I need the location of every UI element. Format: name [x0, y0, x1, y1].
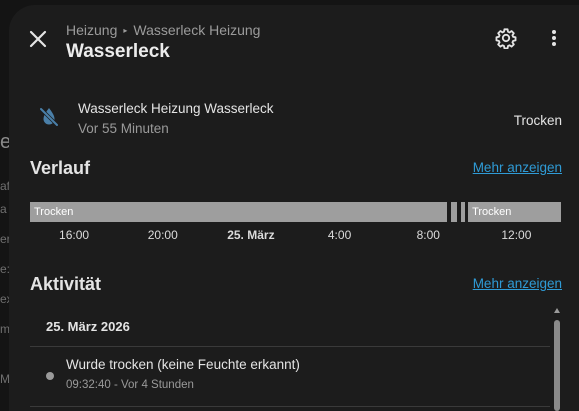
dialog-title: Wasserleck: [66, 41, 170, 62]
bg-fragment: a: [0, 202, 7, 216]
timeline-segment[interactable]: [450, 202, 458, 222]
divider: [30, 406, 550, 407]
axis-tick-label: 16:00: [59, 228, 90, 242]
activity-scrollbar[interactable]: [554, 308, 560, 411]
activity-text: Wurde trocken (keine Feuchte erkannt): [66, 357, 300, 372]
entity-last-changed: Vor 55 Minuten: [78, 121, 169, 136]
breadcrumb-device[interactable]: Wasserleck Heizung: [133, 22, 260, 38]
timeline-segment[interactable]: [461, 202, 466, 222]
gear-icon: [495, 28, 517, 49]
scroll-thumb[interactable]: [554, 320, 560, 411]
timeline-segment[interactable]: Trocken: [30, 202, 447, 222]
more-info-dialog: Heizung ▸ Wasserleck Heizung Wasserleck …: [9, 5, 579, 411]
activity-dot-icon: [46, 372, 54, 380]
divider: [30, 346, 550, 347]
activity-title: Aktivität: [30, 274, 102, 294]
dots-vertical-icon: [552, 30, 556, 46]
water-off-icon: [39, 107, 59, 127]
axis-tick-label: 20:00: [147, 228, 178, 242]
entity-row: Wasserleck Heizung Wasserleck Vor 55 Min…: [9, 91, 579, 141]
dialog-header: Heizung ▸ Wasserleck Heizung Wasserleck: [9, 5, 579, 75]
entity-state: Trocken: [513, 113, 562, 128]
breadcrumb: Heizung ▸ Wasserleck Heizung: [66, 22, 260, 38]
close-icon: [29, 30, 47, 48]
breadcrumb-area[interactable]: Heizung: [66, 22, 117, 38]
axis-tick-label: 12:00: [501, 228, 532, 242]
activity-date: 25. März 2026: [46, 319, 130, 334]
breadcrumb-separator-icon: ▸: [123, 25, 128, 35]
activity-time: 09:32:40 - Vor 4 Stunden: [66, 379, 194, 391]
history-timeline[interactable]: Trocken Trocken: [30, 202, 561, 222]
activity-more-link[interactable]: Mehr anzeigen: [473, 276, 562, 291]
history-title: Verlauf: [30, 158, 91, 178]
entity-name: Wasserleck Heizung Wasserleck: [78, 101, 274, 116]
axis-tick-label: 4:00: [327, 228, 352, 242]
close-button[interactable]: [24, 25, 52, 53]
history-more-link[interactable]: Mehr anzeigen: [473, 160, 562, 175]
scroll-up-icon[interactable]: [554, 308, 560, 313]
history-axis: 16:00 20:00 25. März 4:00 8:00 12:00: [30, 228, 561, 244]
axis-tick-label: 25. März: [227, 228, 275, 242]
axis-tick-label: 8:00: [416, 228, 440, 242]
timeline-segment[interactable]: Trocken: [468, 202, 561, 222]
more-options-button[interactable]: [542, 25, 566, 51]
settings-button[interactable]: [493, 25, 519, 51]
